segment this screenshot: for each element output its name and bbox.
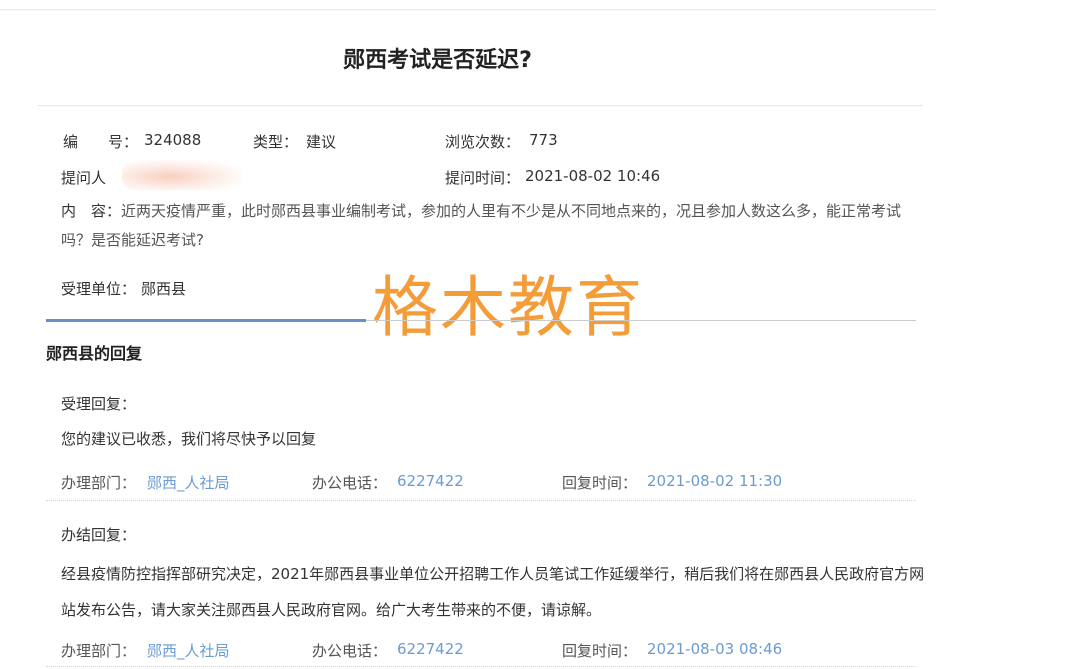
final-dept-link[interactable]: 郧西_人社局 — [147, 640, 230, 661]
final-time-value: 2021-08-03 08:46 — [647, 640, 783, 658]
accept-dept-link[interactable]: 郧西_人社局 — [147, 472, 230, 493]
id-label: 编 号： — [63, 133, 139, 151]
views-value: 773 — [529, 131, 558, 149]
ask-time-value: 2021-08-02 10:46 — [525, 167, 661, 185]
views-label: 浏览次数： — [445, 133, 521, 151]
page-title: 郧西考试是否延迟? — [343, 48, 532, 73]
final-dept-label: 办理部门： — [61, 642, 137, 660]
accept-dept-label: 办理部门： — [61, 474, 137, 492]
row-separator — [46, 500, 916, 501]
accept-time-value: 2021-08-02 11:30 — [647, 472, 783, 490]
content-value: 近两天疫情严重，此时郧西县事业编制考试，参加的人里有不少是从不同地点来的，况且参… — [61, 202, 902, 249]
watermark-text: 格木教育 — [372, 269, 644, 346]
question-content: 内 容：近两天疫情严重，此时郧西县事业编制考试，参加的人里有不少是从不同地点来的… — [61, 197, 921, 255]
final-reply-text: 经县疫情防控指挥部研究决定，2021年郧西县事业单位公开招聘工作人员笔试工作延缓… — [61, 565, 925, 619]
final-time-label: 回复时间： — [562, 642, 638, 660]
final-phone-value: 6227422 — [397, 640, 464, 658]
row-separator — [46, 666, 916, 667]
accept-time-label: 回复时间： — [562, 474, 638, 492]
id-value: 324088 — [144, 131, 202, 149]
final-reply-label: 办结回复： — [61, 526, 137, 544]
section-divider-accent — [46, 319, 366, 322]
type-label: 类型： — [253, 133, 299, 151]
title-divider — [38, 105, 923, 106]
asker-label: 提问人 — [61, 169, 107, 187]
reply-heading: 郧西县的回复 — [46, 344, 143, 363]
accept-reply-label: 受理回复： — [61, 395, 137, 413]
asker-name-redacted — [122, 160, 242, 190]
accept-reply-text: 您的建议已收悉，我们将尽快予以回复 — [61, 430, 317, 448]
accept-phone-label: 办公电话： — [312, 474, 388, 492]
type-value: 建议 — [306, 133, 337, 151]
unit-label: 受理单位： — [61, 280, 137, 298]
top-border — [0, 9, 936, 10]
unit-value: 郧西县 — [141, 280, 187, 298]
content-label: 内 容： — [61, 202, 122, 220]
ask-time-label: 提问时间： — [445, 169, 521, 187]
accept-phone-value: 6227422 — [397, 472, 464, 490]
final-phone-label: 办公电话： — [312, 642, 388, 660]
